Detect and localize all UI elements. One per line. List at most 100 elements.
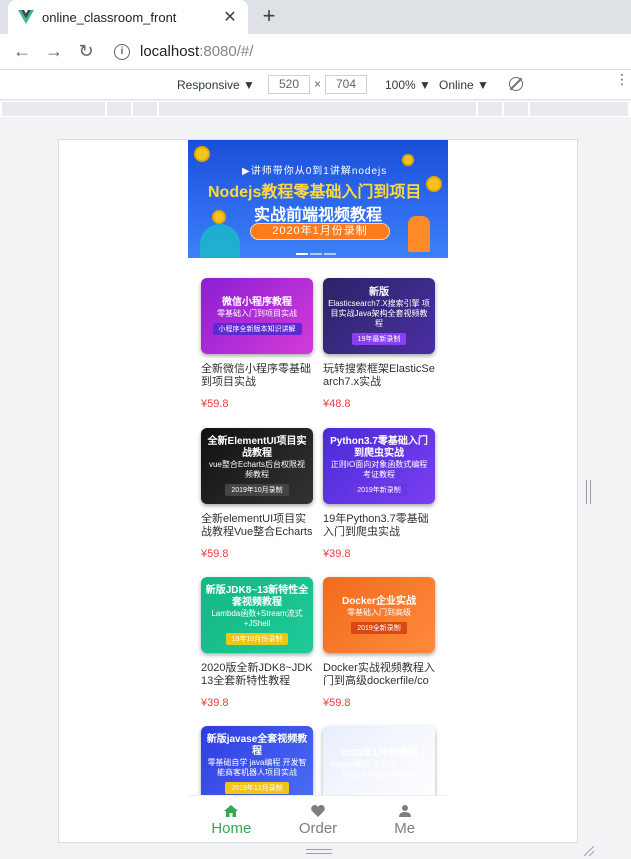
carousel-dot[interactable] xyxy=(296,253,308,255)
browser-tab[interactable]: online_classroom_front ✕ xyxy=(8,0,248,34)
resize-handle-bottom[interactable] xyxy=(306,849,332,854)
course-thumbnail[interactable]: 微信小程序教程 零基础入门到项目实战 小程序全新版本知识讲解 xyxy=(201,278,313,354)
course-title[interactable]: 全新elementUI项目实战教程Vue整合Echarts xyxy=(201,513,313,539)
course-thumbnail[interactable]: 全新ElementUI项目实战教程 vue整合Echarts后台权限视频教程 201… xyxy=(201,428,313,504)
resize-corner-icon[interactable] xyxy=(582,846,594,856)
tab-order-label: Order xyxy=(298,820,338,837)
tab-home[interactable]: Home xyxy=(188,796,275,842)
thumbnail-heading: 2020年1月份录制 xyxy=(340,748,418,759)
course-title[interactable]: 19年Python3.7零基础入门到爬虫实战 xyxy=(323,513,435,539)
height-input[interactable]: 704 xyxy=(325,75,367,94)
forward-button[interactable]: → xyxy=(38,36,70,68)
carousel-dot[interactable] xyxy=(310,253,322,255)
coin-decoration xyxy=(194,146,210,162)
media-query-segment[interactable] xyxy=(133,102,158,116)
course-price: ¥59.8 xyxy=(323,697,351,709)
banner-date-pill: 2020年1月份录制 xyxy=(250,223,390,240)
plant-decoration xyxy=(200,224,240,258)
url-path: :8080/#/ xyxy=(199,43,254,60)
thumbnail-badge: 小程序全新版本知识讲解 xyxy=(212,323,302,335)
tab-order[interactable]: Order xyxy=(275,796,362,842)
zoom-select[interactable]: 100% ▼ xyxy=(385,78,431,92)
media-query-segment[interactable] xyxy=(159,102,477,116)
thumbnail-subheading: 零基础自学 java编程 开发智能商客机器人项目实战 xyxy=(207,758,307,777)
thumbnail-subheading: 零基础入门到高级 xyxy=(347,608,411,617)
course-thumbnail[interactable]: 新版JDK8~13新特性全套视频教程 Lambda函数+Stream流式+JShe… xyxy=(201,577,313,653)
course-price: ¥39.8 xyxy=(201,697,229,709)
media-query-bar xyxy=(0,101,631,117)
course-title[interactable]: 2020版全新JDK8~JDK13全套新特性教程 xyxy=(201,662,313,688)
course-thumbnail[interactable]: 2020年1月份录制 Nodejs教程 零基础入门到项目实战 前端视频教程 xyxy=(323,726,435,802)
thumbnail-badge: 2019年10月录制 xyxy=(225,484,289,496)
course-price: ¥59.8 xyxy=(201,548,229,560)
course-price: ¥59.8 xyxy=(201,398,229,410)
coin-decoration xyxy=(212,210,226,224)
thumbnail-heading: Docker企业实战 xyxy=(342,596,416,607)
thumbnail-heading: Python3.7零基础入门到爬虫实战 xyxy=(330,436,428,459)
tab-me[interactable]: Me xyxy=(361,796,448,842)
media-query-segment[interactable] xyxy=(107,102,132,116)
dimension-separator: × xyxy=(314,77,322,91)
thumbnail-heading: 新版javase全套视频教程 xyxy=(206,734,308,757)
banner-carousel[interactable]: ▶讲师带你从0到1讲解nodejs Nodejs教程零基础入门到项目 实战前端视… xyxy=(188,140,448,258)
device-viewport: ▶讲师带你从0到1讲解nodejs Nodejs教程零基础入门到项目 实战前端视… xyxy=(58,139,578,843)
banner-subtitle: ▶讲师带你从0到1讲解nodejs xyxy=(242,166,388,177)
vue-logo-icon xyxy=(18,10,34,24)
close-icon[interactable]: ✕ xyxy=(222,7,238,27)
course-price: ¥39.8 xyxy=(323,548,351,560)
course-price: ¥48.8 xyxy=(323,398,351,410)
media-query-segment[interactable] xyxy=(504,102,529,116)
reload-button[interactable]: ↻ xyxy=(70,36,102,68)
course-thumbnail[interactable]: 新版 Elasticsearch7.X搜索引擎 项目实战Java架构全套视频教程 1… xyxy=(323,278,435,354)
user-icon xyxy=(398,805,411,817)
more-options-icon[interactable]: ⋮ xyxy=(615,72,629,86)
thumbnail-badge: 19年最新录制 xyxy=(351,333,407,345)
back-button[interactable]: ← xyxy=(6,36,38,68)
tab-home-label: Home xyxy=(211,820,252,837)
thumbnail-subheading: vue整合Echarts后台权限视频教程 xyxy=(208,460,306,479)
heart-icon xyxy=(311,805,325,817)
tab-title: online_classroom_front xyxy=(42,9,177,25)
banner-title-line2: 实战前端视频教程 xyxy=(254,207,383,224)
course-title[interactable]: Docker实战视频教程入门到高级dockerfile/compose xyxy=(323,662,435,688)
home-icon xyxy=(224,805,239,817)
width-input[interactable]: 520 xyxy=(268,75,310,94)
carousel-dot[interactable] xyxy=(324,253,336,255)
carousel-indicators xyxy=(296,253,336,255)
tab-me-label: Me xyxy=(394,820,416,837)
thumbnail-badge: 2019全新录制 xyxy=(351,622,407,634)
new-tab-button[interactable]: + xyxy=(258,5,280,28)
media-query-segment[interactable] xyxy=(530,102,629,116)
person-illustration xyxy=(408,216,430,252)
course-card[interactable]: Docker企业实战 零基础入门到高级 2019全新录制 Docker实战视频教程入门… xyxy=(323,577,435,709)
media-query-segment[interactable] xyxy=(2,102,106,116)
course-card[interactable]: 微信小程序教程 零基础入门到项目实战 小程序全新版本知识讲解全新微信小程序零基础到项… xyxy=(201,278,313,410)
course-card[interactable]: Python3.7零基础入门到爬虫实战 正则IO面向对象函数式编程考证教程 2019… xyxy=(323,428,435,560)
course-title[interactable]: 玩转搜索框架ElasticSearch7.x实战 xyxy=(323,363,435,389)
info-icon[interactable]: i xyxy=(114,43,130,60)
rotate-icon[interactable] xyxy=(509,77,523,91)
device-select[interactable]: Responsive ▼ xyxy=(177,78,255,92)
thumbnail-heading: 微信小程序教程 xyxy=(222,297,292,308)
media-query-segment[interactable] xyxy=(478,102,503,116)
browser-toolbar: ← → ↻ i localhost:8080/#/ xyxy=(0,34,631,70)
course-thumbnail[interactable]: 新版javase全套视频教程 零基础自学 java编程 开发智能商客机器人项目实战… xyxy=(201,726,313,802)
coin-decoration xyxy=(426,176,442,192)
address-bar[interactable]: i localhost:8080/#/ xyxy=(114,43,253,60)
thumbnail-heading: 新版JDK8~13新特性全套视频教程 xyxy=(205,585,309,608)
thumbnail-subheading: 正则IO面向对象函数式编程考证教程 xyxy=(330,460,428,479)
thumbnail-heading: 新版 xyxy=(369,287,389,298)
course-thumbnail[interactable]: Python3.7零基础入门到爬虫实战 正则IO面向对象函数式编程考证教程 2019… xyxy=(323,428,435,504)
course-card[interactable]: 全新ElementUI项目实战教程 vue整合Echarts后台权限视频教程 201… xyxy=(201,428,313,560)
thumbnail-badge: 2019年新录制 xyxy=(351,484,407,496)
thumbnail-badge: 2019年12月录制 xyxy=(225,782,289,794)
resize-handle-right[interactable] xyxy=(586,480,591,504)
course-thumbnail[interactable]: Docker企业实战 零基础入门到高级 2019全新录制 xyxy=(323,577,435,653)
device-toolbar: Responsive ▼ 520 × 704 100% ▼ Online ▼ ⋮ xyxy=(0,70,631,100)
course-card[interactable]: 新版JDK8~13新特性全套视频教程 Lambda函数+Stream流式+JShe… xyxy=(201,577,313,709)
thumbnail-subheading: 零基础入门到项目实战 xyxy=(217,309,297,318)
course-title[interactable]: 全新微信小程序零基础到项目实战 xyxy=(201,363,313,389)
course-card[interactable]: 新版 Elasticsearch7.X搜索引擎 项目实战Java架构全套视频教程 1… xyxy=(323,278,435,410)
thumbnail-subheading: Lambda函数+Stream流式+JShell xyxy=(211,609,303,628)
network-select[interactable]: Online ▼ xyxy=(439,78,489,92)
